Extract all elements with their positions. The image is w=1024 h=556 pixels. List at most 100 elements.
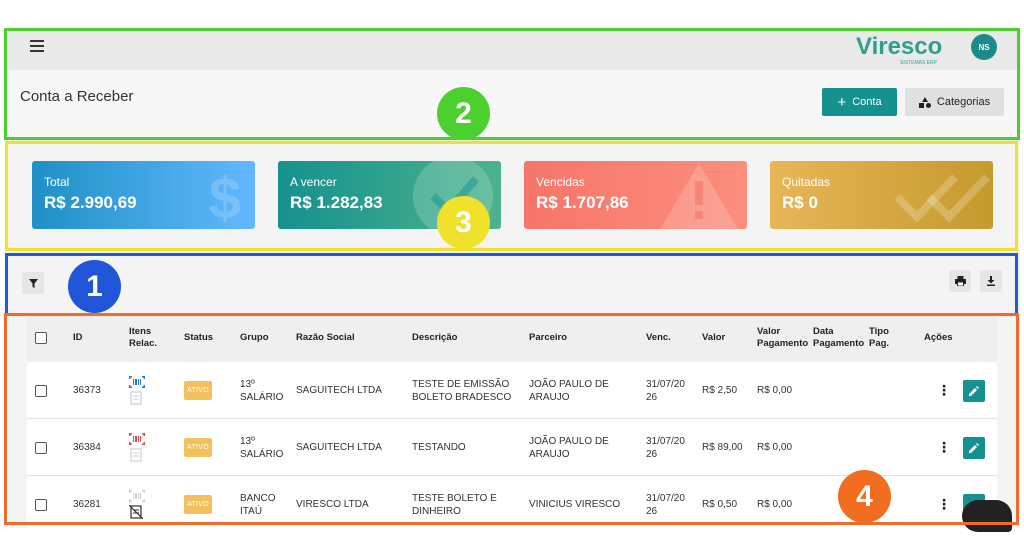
row-descricao-line2: BOLETO BRADESCO (412, 391, 512, 403)
card-value: R$ 0 (782, 193, 818, 212)
more-actions-icon[interactable]: ⋮ (937, 383, 951, 397)
row-grupo: BANCO ITAÚ (240, 476, 276, 528)
row-grupo-line2: SALÁRIO (240, 391, 284, 403)
app-window: Viresco SISTEMAS ERP NS Conta a Receber … (8, 28, 1020, 528)
row-razao-social: VIRESCO LTDA (296, 499, 369, 510)
card-label: Vencidas (536, 175, 585, 189)
screenshot-root: Viresco SISTEMAS ERP NS Conta a Receber … (0, 0, 1024, 556)
card-value: R$ 1.282,83 (290, 193, 383, 212)
header-itens-relac[interactable]: Itens Relac. (129, 314, 157, 362)
table-row[interactable]: 36373 ATIVO 13º SALÁRIO SAGUITECH LTDA T… (27, 362, 997, 419)
header-valor[interactable]: Valor (702, 314, 725, 362)
barcode-icon[interactable] (129, 376, 145, 388)
row-parceiro-line2: ARAUJO (529, 448, 570, 460)
row-venc-line2: 26 (646, 391, 658, 403)
row-venc-line1: 31/07/20 (646, 378, 685, 390)
header-tipo-pag[interactable]: Tipo Pag. (869, 314, 889, 362)
row-descricao: TESTE DE EMISSÃO BOLETO BRADESCO (412, 362, 511, 419)
header-parceiro[interactable]: Parceiro (529, 314, 567, 362)
row-venc-line2: 26 (646, 505, 658, 517)
pencil-icon (969, 442, 979, 453)
annotation-number-3: 3 (437, 196, 490, 249)
row-venc-line2: 26 (646, 448, 658, 460)
row-parceiro-line2: ARAUJO (529, 391, 570, 403)
row-descricao-line2: DINHEIRO (412, 505, 461, 517)
row-id: 36384 (73, 442, 101, 453)
status-badge: ATIVO (184, 381, 212, 400)
categorias-label: Categorias (936, 96, 991, 108)
filter-button[interactable] (22, 272, 44, 294)
top-bar: Viresco SISTEMAS ERP NS (8, 28, 1020, 70)
add-conta-button[interactable]: + Conta (822, 88, 897, 116)
logo-text: Viresco (856, 33, 942, 60)
barcode-icon[interactable] (129, 433, 145, 445)
header-acoes: Ações (924, 332, 953, 343)
card-label: Quitadas (782, 175, 831, 189)
plus-icon: + (837, 93, 847, 111)
row-checkbox[interactable] (35, 498, 47, 511)
print-button[interactable] (949, 270, 971, 292)
row-valor: R$ 2,50 (702, 385, 738, 396)
row-venc-line1: 31/07/20 (646, 435, 685, 447)
header-data-pagamento[interactable]: Data Pagamento (813, 314, 864, 362)
card-value: R$ 2.990,69 (44, 193, 137, 212)
card-total[interactable]: $ Total R$ 2.990,69 (32, 161, 255, 229)
card-label: Total (44, 175, 70, 189)
select-all-cell (35, 314, 47, 362)
barcode-icon[interactable] (129, 490, 145, 502)
row-grupo-line1: BANCO (240, 492, 276, 504)
header-tipo-pag-line1: Tipo (869, 326, 889, 337)
card-quitadas[interactable]: Quitadas R$ 0 (770, 161, 993, 229)
filter-icon (28, 278, 38, 288)
more-actions-icon[interactable]: ⋮ (937, 497, 951, 511)
receipt-icon[interactable] (129, 448, 143, 462)
header-id[interactable]: ID (73, 314, 83, 362)
row-parceiro: JOÃO PAULO DE ARAUJO (529, 362, 609, 419)
table-row[interactable]: 36384 ATIVO 13º SALÁRIO SAGUITECH LTDA T… (27, 419, 997, 476)
page-title: Conta a Receber (20, 88, 134, 105)
row-id: 36281 (73, 499, 101, 510)
warning-icon (660, 163, 738, 229)
dollar-icon: $ (208, 166, 241, 229)
header-status[interactable]: Status (184, 314, 213, 362)
chat-widget-button[interactable] (962, 500, 1012, 532)
status-badge: ATIVO (184, 495, 212, 514)
row-parceiro-line1: JOÃO PAULO DE (529, 435, 609, 447)
header-razao-social[interactable]: Razão Social (296, 314, 355, 362)
print-icon (954, 276, 966, 286)
header-valor-pagamento[interactable]: Valor Pagamento (757, 314, 808, 362)
more-actions-icon[interactable]: ⋮ (937, 440, 951, 454)
row-grupo-line2: ITAÚ (240, 505, 263, 517)
select-all-checkbox[interactable] (35, 332, 47, 344)
row-venc: 31/07/20 26 (646, 419, 685, 476)
viresco-logo: Viresco SISTEMAS ERP (856, 32, 966, 68)
edit-button[interactable] (963, 379, 985, 402)
card-vencidas[interactable]: Vencidas R$ 1.707,86 (524, 161, 747, 229)
card-label: A vencer (290, 175, 337, 189)
edit-button[interactable] (963, 436, 985, 459)
header-grupo[interactable]: Grupo (240, 314, 269, 362)
avatar[interactable]: NS (971, 34, 997, 60)
categorias-button[interactable]: Categorias (905, 88, 1004, 116)
row-valor: R$ 89,00 (702, 442, 743, 453)
row-venc-line1: 31/07/20 (646, 492, 685, 504)
download-button[interactable] (980, 270, 1002, 292)
row-checkbox[interactable] (35, 384, 47, 397)
row-descricao: TESTANDO (412, 442, 466, 453)
row-checkbox[interactable] (35, 441, 47, 454)
header-tipo-pag-line2: Pag. (869, 338, 890, 349)
row-razao-social: SAGUITECH LTDA (296, 385, 382, 396)
shapes-icon (918, 96, 931, 108)
annotation-number-1: 1 (68, 260, 121, 313)
row-valor-pagamento: R$ 0,00 (757, 499, 793, 510)
add-conta-label: Conta (852, 96, 882, 108)
receipt-icon[interactable] (129, 391, 143, 405)
row-valor-pagamento: R$ 0,00 (757, 442, 793, 453)
header-venc[interactable]: Venc. (646, 314, 671, 362)
menu-icon[interactable] (30, 40, 44, 52)
row-parceiro-line1: JOÃO PAULO DE (529, 378, 609, 390)
receipt-crossed-icon[interactable] (129, 505, 143, 519)
header-itens-line2: Relac. (129, 338, 157, 349)
card-value: R$ 1.707,86 (536, 193, 629, 212)
header-descricao[interactable]: Descrição (412, 314, 457, 362)
